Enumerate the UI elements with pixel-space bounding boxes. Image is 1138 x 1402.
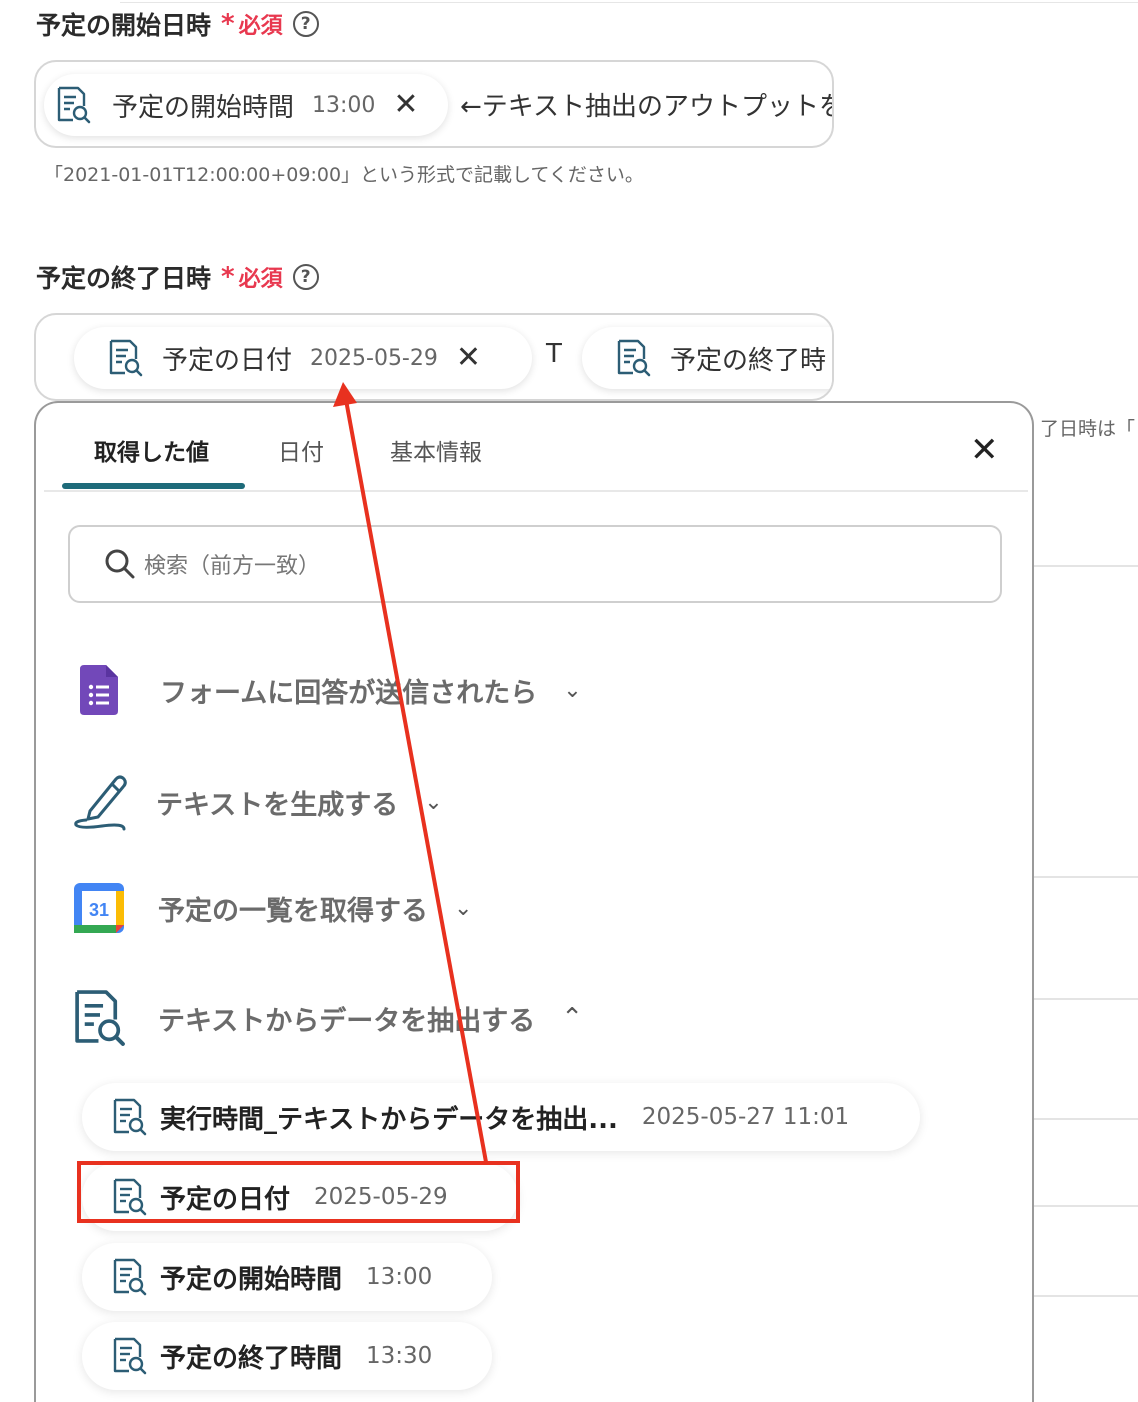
annotation-arrow: [333, 382, 488, 1163]
